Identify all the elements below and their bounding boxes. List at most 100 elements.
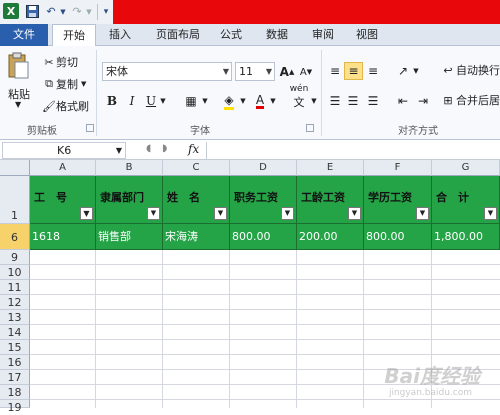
orientation-dropdown-icon[interactable]: ▼: [412, 62, 420, 80]
increase-indent-button[interactable]: ⇥: [414, 92, 432, 110]
font-size-select[interactable]: 11 ▼: [235, 62, 275, 81]
align-top-button[interactable]: ≡: [326, 62, 344, 80]
font-name-select[interactable]: 宋体 ▼: [102, 62, 232, 81]
column-header-c[interactable]: C: [163, 160, 230, 176]
font-color-dropdown-icon[interactable]: ▼: [268, 92, 278, 110]
borders-dropdown-icon[interactable]: ▼: [200, 92, 210, 110]
column-header-e[interactable]: E: [297, 160, 364, 176]
borders-button[interactable]: ▦: [182, 92, 200, 110]
undo-icon[interactable]: ↶: [44, 3, 58, 20]
table-header-cell[interactable]: 学历工资 ▼: [364, 176, 432, 224]
font-launcher-icon[interactable]: [306, 124, 314, 132]
tab-insert[interactable]: 插入: [100, 24, 140, 46]
formula-input[interactable]: [206, 142, 500, 159]
underline-dropdown-icon[interactable]: ▼: [158, 92, 168, 110]
row-header[interactable]: 11: [0, 280, 30, 295]
fill-color-button[interactable]: ◈: [220, 92, 238, 110]
table-header-cell[interactable]: 姓 名 ▼: [163, 176, 230, 224]
column-header-d[interactable]: D: [230, 160, 297, 176]
font-color-button[interactable]: A: [252, 92, 268, 110]
table-header-cell[interactable]: 合 计 ▼: [432, 176, 500, 224]
paste-icon[interactable]: [6, 52, 32, 80]
tab-formulas[interactable]: 公式: [214, 24, 248, 46]
tab-data[interactable]: 数据: [260, 24, 294, 46]
row-header[interactable]: 17: [0, 370, 30, 385]
copy-button[interactable]: ⧉ 复制 ▼: [42, 76, 86, 92]
formula-bar-collapse-icon[interactable]: ◗: [162, 143, 167, 154]
filter-active-icon[interactable]: ▼: [80, 207, 93, 220]
cut-button[interactable]: ✂ 剪切: [42, 54, 78, 70]
table-header-cell[interactable]: 职务工资 ▼: [230, 176, 297, 224]
row-header[interactable]: 18: [0, 385, 30, 400]
customize-toolbar-icon[interactable]: ▾: [101, 3, 111, 20]
undo-dropdown-icon[interactable]: ▼: [59, 3, 67, 20]
redo-icon[interactable]: ↷: [70, 3, 84, 20]
row-header[interactable]: 12: [0, 295, 30, 310]
table-header-cell[interactable]: 工龄工资 ▼: [297, 176, 364, 224]
row-header[interactable]: 13: [0, 310, 30, 325]
filter-dropdown-icon[interactable]: ▼: [214, 207, 227, 220]
column-header-a[interactable]: A: [30, 160, 96, 176]
grow-font-button[interactable]: A ▲: [279, 63, 295, 81]
row-header[interactable]: 16: [0, 355, 30, 370]
insert-function-button[interactable]: fx: [188, 142, 199, 156]
table-header-cell[interactable]: 工 号 ▼: [30, 176, 96, 224]
filter-dropdown-icon[interactable]: ▼: [281, 207, 294, 220]
table-cell[interactable]: 1618: [30, 224, 96, 250]
decrease-indent-button[interactable]: ⇤: [394, 92, 412, 110]
paste-dropdown-icon[interactable]: ▼: [15, 100, 21, 109]
row-header[interactable]: 1: [0, 176, 30, 224]
redo-dropdown-icon[interactable]: ▼: [85, 3, 93, 20]
filter-dropdown-icon[interactable]: ▼: [416, 207, 429, 220]
tab-view[interactable]: 视图: [350, 24, 384, 46]
orientation-button[interactable]: ↗: [394, 62, 412, 80]
indent-icon: ⇥: [417, 94, 429, 108]
table-cell[interactable]: 800.00: [230, 224, 297, 250]
watermark-url: jingyan.baidu.com: [388, 388, 472, 398]
tab-home[interactable]: 开始: [52, 24, 96, 47]
row-header[interactable]: 19: [0, 400, 30, 414]
merge-center-button[interactable]: ⊞ 合并后居: [440, 92, 500, 108]
save-icon[interactable]: [24, 3, 40, 20]
underline-button[interactable]: U: [144, 92, 158, 110]
tab-file[interactable]: 文件: [0, 24, 48, 46]
format-painter-button[interactable]: 🖌 格式刷: [42, 98, 89, 114]
chevron-down-icon: ▼: [265, 67, 272, 76]
filter-dropdown-icon[interactable]: ▼: [348, 207, 361, 220]
column-header-b[interactable]: B: [96, 160, 163, 176]
table-cell[interactable]: 销售部: [96, 224, 163, 250]
align-left-button[interactable]: ☰: [326, 92, 344, 110]
italic-button[interactable]: I: [124, 92, 140, 110]
row-header[interactable]: 6: [0, 224, 30, 250]
copy-dropdown-icon[interactable]: ▼: [81, 80, 86, 88]
row-header[interactable]: 10: [0, 265, 30, 280]
filter-dropdown-icon[interactable]: ▼: [147, 207, 160, 220]
row-header[interactable]: 14: [0, 325, 30, 340]
table-cell[interactable]: 200.00: [297, 224, 364, 250]
tab-page-layout[interactable]: 页面布局: [148, 24, 208, 46]
table-cell[interactable]: 800.00: [364, 224, 432, 250]
filter-dropdown-icon[interactable]: ▼: [484, 207, 497, 220]
table-cell[interactable]: 1,800.00: [432, 224, 500, 250]
shrink-font-button[interactable]: A ▼: [298, 63, 314, 81]
clipboard-launcher-icon[interactable]: [86, 124, 94, 132]
table-header-cell[interactable]: 隶属部门 ▼: [96, 176, 163, 224]
name-box[interactable]: K6 ▼: [2, 142, 126, 159]
align-middle-button[interactable]: ≡: [344, 62, 363, 80]
column-header-f[interactable]: F: [364, 160, 432, 176]
phonetic-dropdown-icon[interactable]: ▼: [310, 92, 318, 110]
row-header[interactable]: 9: [0, 250, 30, 265]
formula-bar-grip-icon[interactable]: ◖: [146, 143, 151, 154]
align-center-button[interactable]: ☰: [344, 92, 362, 110]
bold-button[interactable]: B: [104, 92, 120, 110]
select-all-button[interactable]: [0, 160, 30, 176]
align-right-button[interactable]: ☰: [364, 92, 382, 110]
column-header-g[interactable]: G: [432, 160, 500, 176]
phonetic-button[interactable]: wén 文: [288, 84, 310, 109]
fill-color-dropdown-icon[interactable]: ▼: [238, 92, 248, 110]
wrap-text-button[interactable]: ↩ 自动换行: [440, 62, 500, 78]
align-bottom-button[interactable]: ≡: [364, 62, 382, 80]
row-header[interactable]: 15: [0, 340, 30, 355]
table-cell[interactable]: 宋海涛: [163, 224, 230, 250]
tab-review[interactable]: 审阅: [306, 24, 340, 46]
